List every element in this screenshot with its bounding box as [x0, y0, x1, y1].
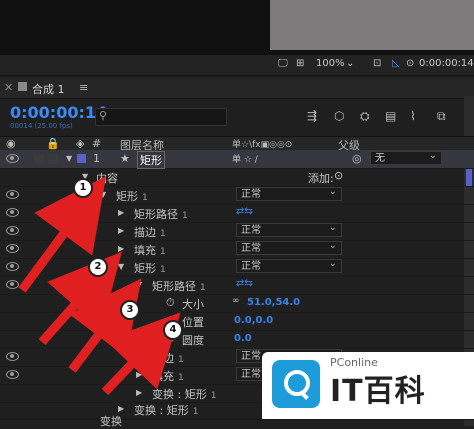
watermark-title: IT百科: [330, 374, 426, 409]
step-badge-1: 1: [73, 178, 93, 198]
step-badge-4: 4: [163, 320, 183, 340]
pconline-logo-icon: [272, 360, 320, 408]
annotation-arrow-1: [18, 176, 107, 293]
annotation-arrow-4: [101, 312, 181, 396]
annotation-arrow-2: [38, 251, 122, 345]
annotation-arrow-3: [68, 278, 142, 373]
step-badge-2: 2: [88, 257, 108, 277]
step-badge-3: 3: [120, 300, 140, 320]
